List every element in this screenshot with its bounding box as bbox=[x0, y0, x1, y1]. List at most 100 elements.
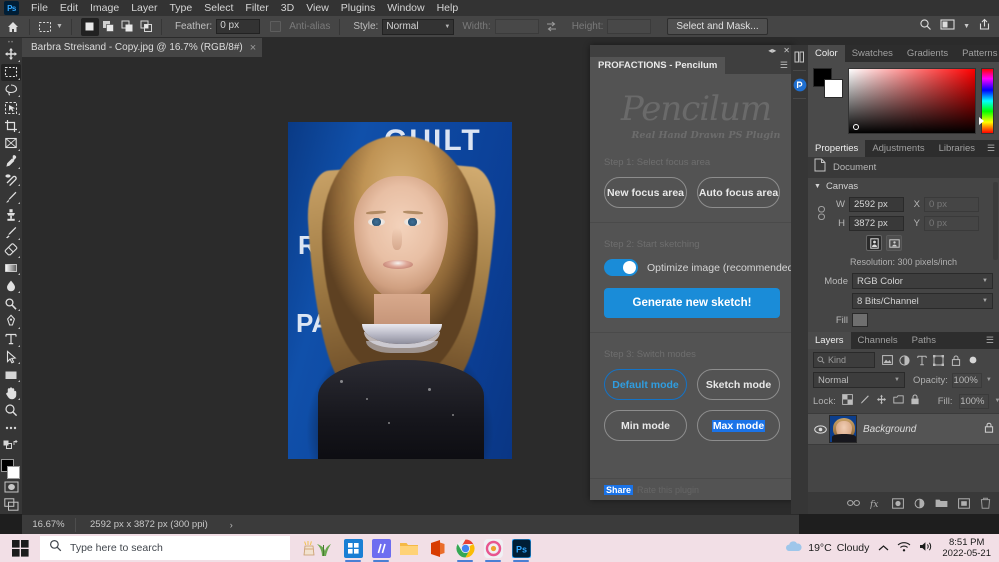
workspace-icon[interactable] bbox=[940, 18, 955, 36]
background-color-swatch[interactable] bbox=[7, 466, 20, 479]
pen-tool[interactable] bbox=[1, 313, 21, 330]
quick-mask-icon[interactable] bbox=[1, 478, 21, 495]
menu-item-3d[interactable]: 3D bbox=[275, 0, 300, 16]
layer-row-background[interactable]: Background bbox=[808, 413, 999, 445]
lock-image-icon[interactable] bbox=[859, 392, 870, 410]
frame-tool[interactable] bbox=[1, 135, 21, 152]
pixel-filter-icon[interactable] bbox=[881, 354, 894, 367]
menu-item-window[interactable]: Window bbox=[381, 0, 430, 16]
close-icon[interactable]: × bbox=[250, 42, 256, 54]
opacity-value[interactable]: 100% bbox=[952, 373, 982, 388]
link-dimensions-icon[interactable] bbox=[816, 205, 827, 223]
eyedropper-tool[interactable] bbox=[1, 153, 21, 170]
media-app-icon[interactable] bbox=[370, 537, 392, 559]
canvas-x-input[interactable]: 0 px bbox=[924, 197, 979, 212]
chevron-down-icon[interactable]: ▼ bbox=[56, 23, 63, 30]
chevron-down-icon[interactable]: ▼ bbox=[995, 398, 999, 404]
lock-position-icon[interactable] bbox=[876, 392, 887, 410]
collapse-icon[interactable]: ◂▸ bbox=[768, 47, 776, 55]
photoshop-icon[interactable]: Ps bbox=[510, 537, 532, 559]
link-layers-icon[interactable] bbox=[847, 497, 860, 510]
blur-tool[interactable] bbox=[1, 277, 21, 294]
intersect-with-selection-button[interactable] bbox=[138, 18, 156, 36]
panel-menu-icon[interactable]: ☰ bbox=[982, 140, 999, 157]
chevron-down-icon[interactable]: ▼ bbox=[963, 23, 970, 30]
adjustment-layer-icon[interactable] bbox=[913, 497, 926, 510]
generate-new-sketch-button[interactable]: Generate new sketch! bbox=[604, 288, 780, 318]
taskbar-clock[interactable]: 8:51 PM 2022-05-21 bbox=[942, 537, 991, 559]
rectangular-marquee-tool[interactable] bbox=[1, 64, 21, 81]
style-select[interactable]: Normal ▼ bbox=[382, 19, 454, 35]
share-icon[interactable] bbox=[978, 18, 991, 36]
spot-healing-brush-tool[interactable] bbox=[1, 171, 21, 188]
fill-color-swatch[interactable] bbox=[852, 313, 868, 327]
tab-patterns[interactable]: Patterns bbox=[955, 45, 999, 62]
anti-alias-checkbox[interactable] bbox=[270, 21, 281, 32]
edit-toolbar-tool[interactable] bbox=[1, 420, 21, 437]
color-swatches[interactable] bbox=[0, 458, 22, 478]
eraser-tool[interactable] bbox=[1, 242, 21, 259]
select-and-mask-button[interactable]: Select and Mask... bbox=[667, 18, 767, 35]
zoom-level[interactable]: 16.67% bbox=[22, 518, 76, 532]
screen-mode-icon[interactable] bbox=[1, 496, 21, 513]
portrait-icon[interactable] bbox=[866, 235, 882, 251]
canvas-y-input[interactable]: 0 px bbox=[924, 216, 979, 231]
color-picker-field[interactable] bbox=[848, 68, 976, 134]
toggle-filter-icon[interactable] bbox=[966, 354, 979, 367]
optimize-image-toggle[interactable] bbox=[604, 259, 638, 276]
feather-input[interactable]: 0 px bbox=[216, 19, 260, 34]
lasso-tool[interactable] bbox=[1, 82, 21, 99]
history-brush-tool[interactable] bbox=[1, 224, 21, 241]
lock-all-icon[interactable] bbox=[910, 392, 920, 410]
width-input[interactable] bbox=[495, 19, 539, 34]
lock-artboard-icon[interactable] bbox=[893, 392, 904, 410]
rectangle-tool[interactable] bbox=[1, 366, 21, 383]
chevron-down-icon[interactable]: ▼ bbox=[986, 377, 992, 383]
height-input[interactable] bbox=[607, 19, 651, 34]
dodge-tool[interactable] bbox=[1, 295, 21, 312]
sketch-mode-button[interactable]: Sketch mode bbox=[697, 369, 780, 400]
volume-icon[interactable] bbox=[919, 539, 933, 557]
tab-properties[interactable]: Properties bbox=[808, 140, 865, 157]
layer-name[interactable]: Background bbox=[863, 424, 984, 435]
color-mode-select[interactable]: RGB Color ▼ bbox=[852, 273, 993, 289]
zoom-tool[interactable] bbox=[1, 402, 21, 419]
gradient-tool[interactable] bbox=[1, 260, 21, 277]
path-selection-tool[interactable] bbox=[1, 349, 21, 366]
office-icon[interactable] bbox=[426, 537, 448, 559]
taskbar-search-box[interactable]: Type here to search bbox=[40, 536, 290, 560]
panel-menu-icon[interactable]: ☰ bbox=[981, 332, 999, 349]
menu-item-view[interactable]: View bbox=[300, 0, 335, 16]
menu-item-type[interactable]: Type bbox=[163, 0, 198, 16]
layer-style-icon[interactable]: fx bbox=[869, 497, 882, 510]
layer-locked-icon[interactable] bbox=[984, 422, 994, 436]
menu-item-filter[interactable]: Filter bbox=[239, 0, 274, 16]
new-selection-button[interactable] bbox=[81, 18, 99, 36]
image-canvas[interactable]: GUILT TI RE PA G bbox=[288, 122, 512, 459]
plugin-tab[interactable]: PROFACTIONS - Pencilum bbox=[590, 57, 725, 74]
menu-item-layer[interactable]: Layer bbox=[125, 0, 163, 16]
canvas-section-header[interactable]: ▼ Canvas bbox=[808, 178, 999, 195]
type-filter-icon[interactable] bbox=[915, 354, 928, 367]
menu-item-edit[interactable]: Edit bbox=[54, 0, 84, 16]
menu-item-image[interactable]: Image bbox=[84, 0, 125, 16]
adjustment-filter-icon[interactable] bbox=[898, 354, 911, 367]
layer-visibility-icon[interactable] bbox=[813, 425, 827, 434]
properties-scrollbar[interactable] bbox=[993, 182, 998, 260]
object-selection-tool[interactable] bbox=[1, 99, 21, 116]
min-mode-button[interactable]: Min mode bbox=[604, 410, 687, 441]
menu-item-help[interactable]: Help bbox=[431, 0, 465, 16]
weather-widget[interactable]: 19°C Cloudy bbox=[784, 540, 869, 556]
photos-icon[interactable] bbox=[482, 537, 504, 559]
home-icon[interactable] bbox=[2, 16, 24, 38]
tab-layers[interactable]: Layers bbox=[808, 332, 851, 349]
rectangular-marquee-icon[interactable] bbox=[35, 18, 55, 36]
smart-object-filter-icon[interactable] bbox=[949, 354, 962, 367]
default-colors-icon[interactable] bbox=[1, 438, 21, 455]
fill-value[interactable]: 100% bbox=[959, 394, 989, 409]
swap-width-height-icon[interactable] bbox=[545, 20, 558, 33]
hue-slider-handle[interactable] bbox=[979, 117, 984, 125]
microsoft-store-icon[interactable] bbox=[342, 537, 364, 559]
network-icon[interactable] bbox=[897, 539, 911, 557]
canvas-width-input[interactable]: 2592 px bbox=[849, 197, 904, 212]
